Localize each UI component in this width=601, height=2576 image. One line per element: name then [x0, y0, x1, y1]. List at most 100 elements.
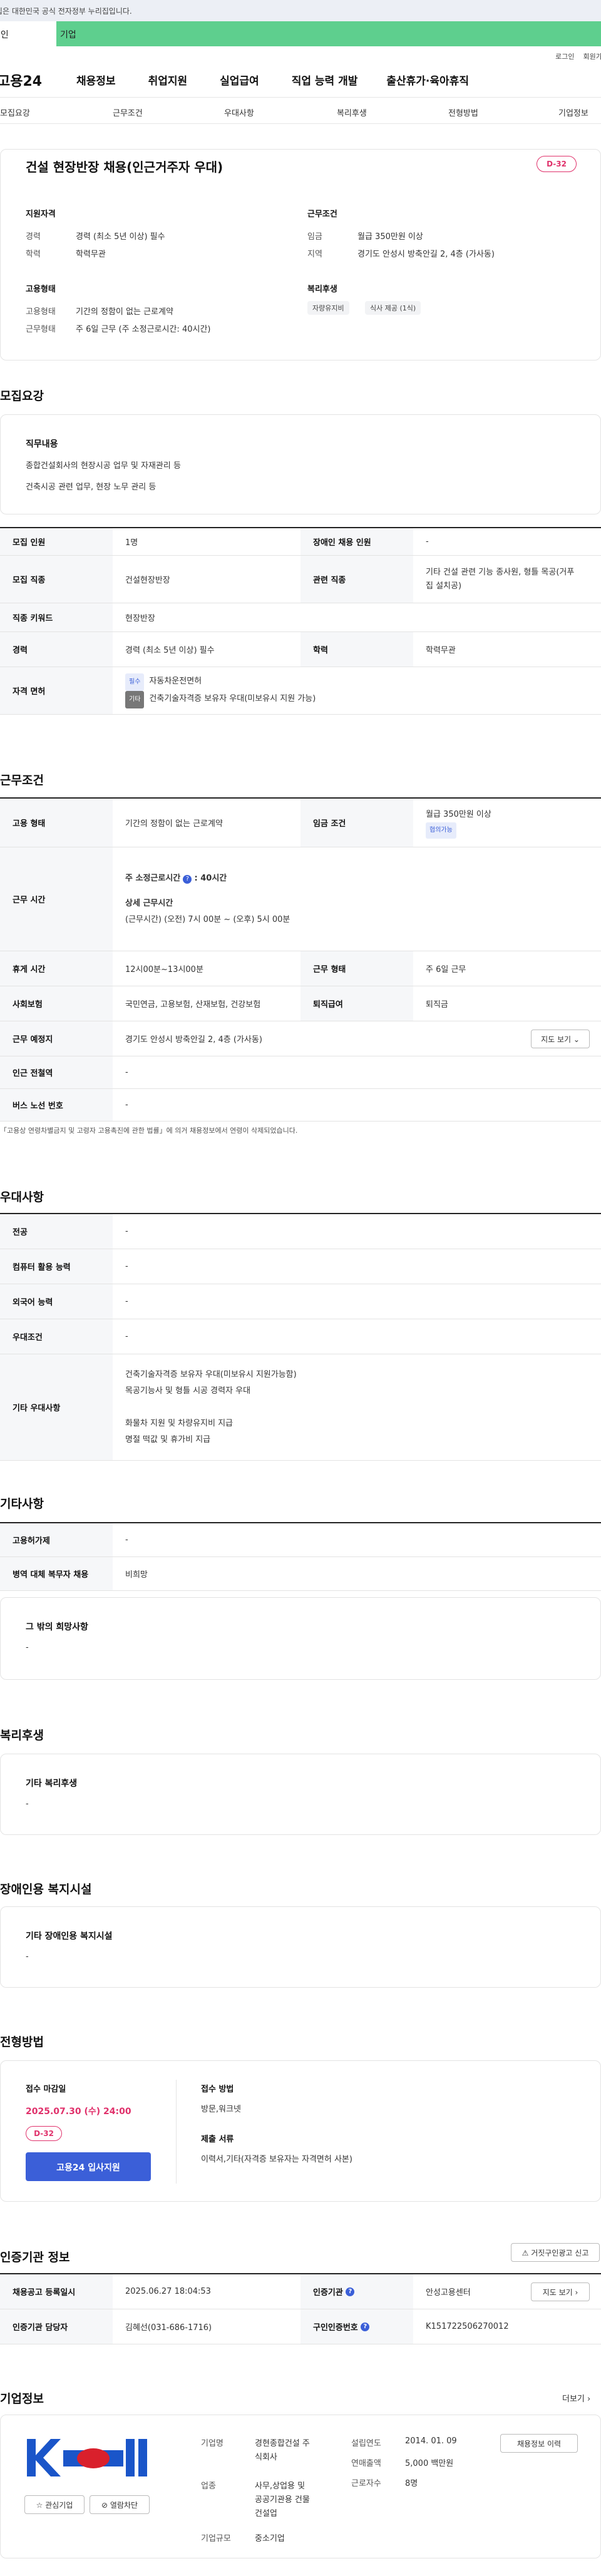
- chevron-right-icon: ›: [575, 2288, 578, 2297]
- job-history-button[interactable]: 채용정보 이력: [500, 2434, 578, 2453]
- section-title-company: 기업정보: [0, 2392, 44, 2406]
- login-link[interactable]: 로그인: [555, 53, 574, 61]
- recruit-table: 모집 인원 1명 장애인 채용 인원 - 모집 직종 건설현장반장 관련 직종 …: [0, 527, 601, 715]
- edu-value: 학력무관: [76, 250, 106, 259]
- table-row: 인근 전철역 -: [0, 1056, 601, 1089]
- career-key: 경력: [26, 232, 41, 242]
- workform-value: 주 6일 근무 (주 소정근로시간: 40시간): [76, 325, 211, 334]
- duty-line: 종합건설회사의 현장시공 업무 및 자재관리 등: [26, 461, 181, 471]
- report-fake-ad-button[interactable]: ⚠ 거짓구인광고 신고: [511, 2243, 600, 2262]
- region-value: 경기도 안성시 방축안길 2, 4층 (가사동): [357, 250, 495, 259]
- site-tabs: 개인 기업: [0, 21, 601, 46]
- nav-employment-support[interactable]: 취업지원: [148, 72, 188, 88]
- table-row: 우대조건 -: [0, 1319, 601, 1354]
- deadline-date: 2025.07.30 (수) 24:00: [26, 2107, 131, 2117]
- signup-link[interactable]: 회원가입: [583, 53, 601, 61]
- gov-banner: 이 누리집은 대한민국 공식 전자정부 누리집입니다.: [0, 0, 601, 21]
- welfare-label: 복리후생: [307, 285, 337, 294]
- table-row: 고용 형태 기간의 정함이 없는 근로계약 임금 조건 월급 350만원 이상 …: [0, 799, 601, 847]
- anchor-preference[interactable]: 우대사항: [224, 106, 254, 118]
- table-row: 근무 시간 주 소정근로시간 ? : 40시간 상세 근무시간 (근무시간) (…: [0, 847, 601, 951]
- info-icon[interactable]: ?: [361, 2322, 370, 2331]
- dday-badge: D-32: [537, 156, 577, 172]
- block-icon: ⊘: [101, 2501, 108, 2510]
- map-button[interactable]: 지도 보기 ⌄: [531, 1030, 590, 1048]
- table-row: 고용허가제 -: [0, 1523, 601, 1557]
- anchor-recruit[interactable]: 모집요강: [0, 106, 30, 118]
- section-title-selection: 전형방법: [0, 2035, 44, 2049]
- conditions-table: 고용 형태 기간의 정함이 없는 근로계약 임금 조건 월급 350만원 이상 …: [0, 797, 601, 1122]
- nav-jobs[interactable]: 채용정보: [76, 72, 116, 88]
- preference-table: 전공 - 컴퓨터 활용 능력 - 외국어 능력 - 우대조건 - 기타 우대사항…: [0, 1213, 601, 1461]
- age-notice: 「고용상 연령차별금지 및 고령자 고용촉진에 관한 법률」에 의거 채용정보에…: [0, 1127, 298, 1135]
- site-logo[interactable]: 고용24: [0, 70, 73, 90]
- disability-card: 기타 장애인용 복지시설 -: [0, 1906, 601, 1988]
- agency-map-button[interactable]: 지도 보기 ›: [531, 2282, 590, 2301]
- info-icon[interactable]: ?: [183, 874, 192, 884]
- block-view-button[interactable]: ⊘ 열람차단: [90, 2495, 150, 2514]
- duty-line: 건축시공 관련 업무, 현장 노무 관리 등: [26, 483, 157, 492]
- etc-tag: 기타: [125, 690, 145, 708]
- nav-unemployment-benefit[interactable]: 실업급여: [220, 72, 259, 88]
- section-title-disability: 장애인용 복지시설: [0, 1883, 92, 1896]
- career-value: 경력 (최소 5년 이상) 필수: [76, 232, 165, 242]
- welfare-card: 기타 복리후생 -: [0, 1754, 601, 1835]
- job-summary-card: 건설 현장반장 채용(인근거주자 우대) D-32 지원자격 경력 경력 (최소…: [0, 149, 601, 360]
- section-title-agency: 인증기관 정보: [0, 2251, 70, 2264]
- table-row: 직종 키워드 현장반장: [0, 603, 601, 632]
- nav-job-training[interactable]: 직업 능력 개발: [292, 72, 358, 88]
- table-row: 버스 노선 번호 -: [0, 1089, 601, 1122]
- favorite-company-button[interactable]: ☆ 관심기업: [24, 2495, 85, 2514]
- global-nav: 고용24 채용정보 취업지원 실업급여 직업 능력 개발 출산휴가·육아휴직: [0, 63, 601, 98]
- tab-company[interactable]: 기업: [56, 21, 601, 46]
- table-row: 기타 우대사항 건축기술자격증 보유자 우대(미보유시 지원가능함) 목공기능사…: [0, 1354, 601, 1461]
- section-title-welfare: 복리후생: [0, 1729, 44, 1742]
- company-card: ☆ 관심기업 ⊘ 열람차단 기업명 경현종합건설 주 식회사 업종 사무,상업용…: [0, 2415, 601, 2558]
- table-row: 전공 -: [0, 1214, 601, 1249]
- table-row: 병역 대체 복무자 채용 비희망: [0, 1557, 601, 1591]
- job-title: 건설 현장반장 채용(인근거주자 우대): [26, 160, 223, 175]
- section-title-recruit: 모집요강: [0, 389, 44, 403]
- duty-card: 직무내용 종합건설회사의 현장시공 업무 및 자재관리 등 건축시공 관련 업무…: [0, 414, 601, 514]
- table-row: 채용공고 등록일시 2025.06.27 18:04:53 인증기관 ? 안성고…: [0, 2274, 601, 2309]
- section-anchor-nav: 모집요강 근무조건 우대사항 복리후생 전형방법 기업정보: [0, 98, 601, 124]
- table-row: 휴게 시간 12시00분~13시00분 근무 형태 주 6일 근무: [0, 951, 601, 986]
- wish-card: 그 밖의 희망사항 -: [0, 1597, 601, 1680]
- section-title-preference: 우대사항: [0, 1190, 44, 1204]
- table-row: 근무 예정지 경기도 안성시 방축안길 2, 4층 (가사동) 지도 보기 ⌄: [0, 1021, 601, 1056]
- anchor-selection[interactable]: 전형방법: [448, 106, 478, 118]
- chevron-down-icon: ⌄: [573, 1035, 580, 1044]
- required-tag: 필수: [125, 673, 145, 691]
- anchor-conditions[interactable]: 근무조건: [113, 106, 143, 118]
- section-title-conditions: 근무조건: [0, 774, 44, 787]
- table-row: 모집 직종 건설현장반장 관련 직종 기타 건설 관련 기능 종사원, 형틀 목…: [0, 556, 601, 603]
- anchor-welfare[interactable]: 복리후생: [337, 106, 367, 118]
- table-row: 외국어 능력 -: [0, 1284, 601, 1319]
- emptype-value: 기간의 정함이 없는 근로계약: [76, 307, 173, 317]
- wage-value: 월급 350만원 이상: [357, 232, 423, 242]
- apply-button[interactable]: 고용24 입사지원: [26, 2152, 151, 2181]
- table-row: 컴퓨터 활용 능력 -: [0, 1249, 601, 1284]
- selection-card: 접수 마감일 2025.07.30 (수) 24:00 D-32 고용24 입사…: [0, 2060, 601, 2202]
- welfare-chip: 자량유지비: [307, 301, 349, 315]
- edu-key: 학력: [26, 250, 41, 259]
- table-row: 자격 면허 필수 자동차운전면허 기타 건축기술자격증 보유자 우대(미보유시 지원…: [0, 667, 601, 715]
- others-table: 고용허가제 - 병역 대체 복무자 채용 비희망: [0, 1522, 601, 1591]
- qual-label: 지원자격: [26, 210, 56, 219]
- nav-parental-leave[interactable]: 출산휴가·육아휴직: [386, 72, 469, 88]
- chevron-right-icon: ›: [587, 2395, 591, 2404]
- company-more-link[interactable]: 더보기 ›: [562, 2392, 590, 2404]
- star-icon: ☆: [36, 2501, 43, 2510]
- anchor-company[interactable]: 기업정보: [558, 106, 588, 118]
- emptype-key: 고용형태: [26, 307, 56, 317]
- section-title-others: 기타사항: [0, 1497, 44, 1511]
- tab-individual[interactable]: 개인: [0, 21, 56, 46]
- welfare-chip: 식사 제공 (1식): [365, 301, 421, 315]
- table-row: 경력 경력 (최소 5년 이상) 필수 학력 학력무관: [0, 632, 601, 667]
- emp-label: 고용형태: [26, 285, 56, 294]
- info-icon[interactable]: ?: [346, 2287, 355, 2296]
- table-row: 사회보험 국민연금, 고용보험, 산재보험, 건강보험 퇴직급여 퇴직금: [0, 986, 601, 1021]
- util-links: 로그인 회원가입: [0, 46, 601, 63]
- duty-label: 직무내용: [26, 439, 58, 449]
- wage-key: 임금: [307, 232, 322, 242]
